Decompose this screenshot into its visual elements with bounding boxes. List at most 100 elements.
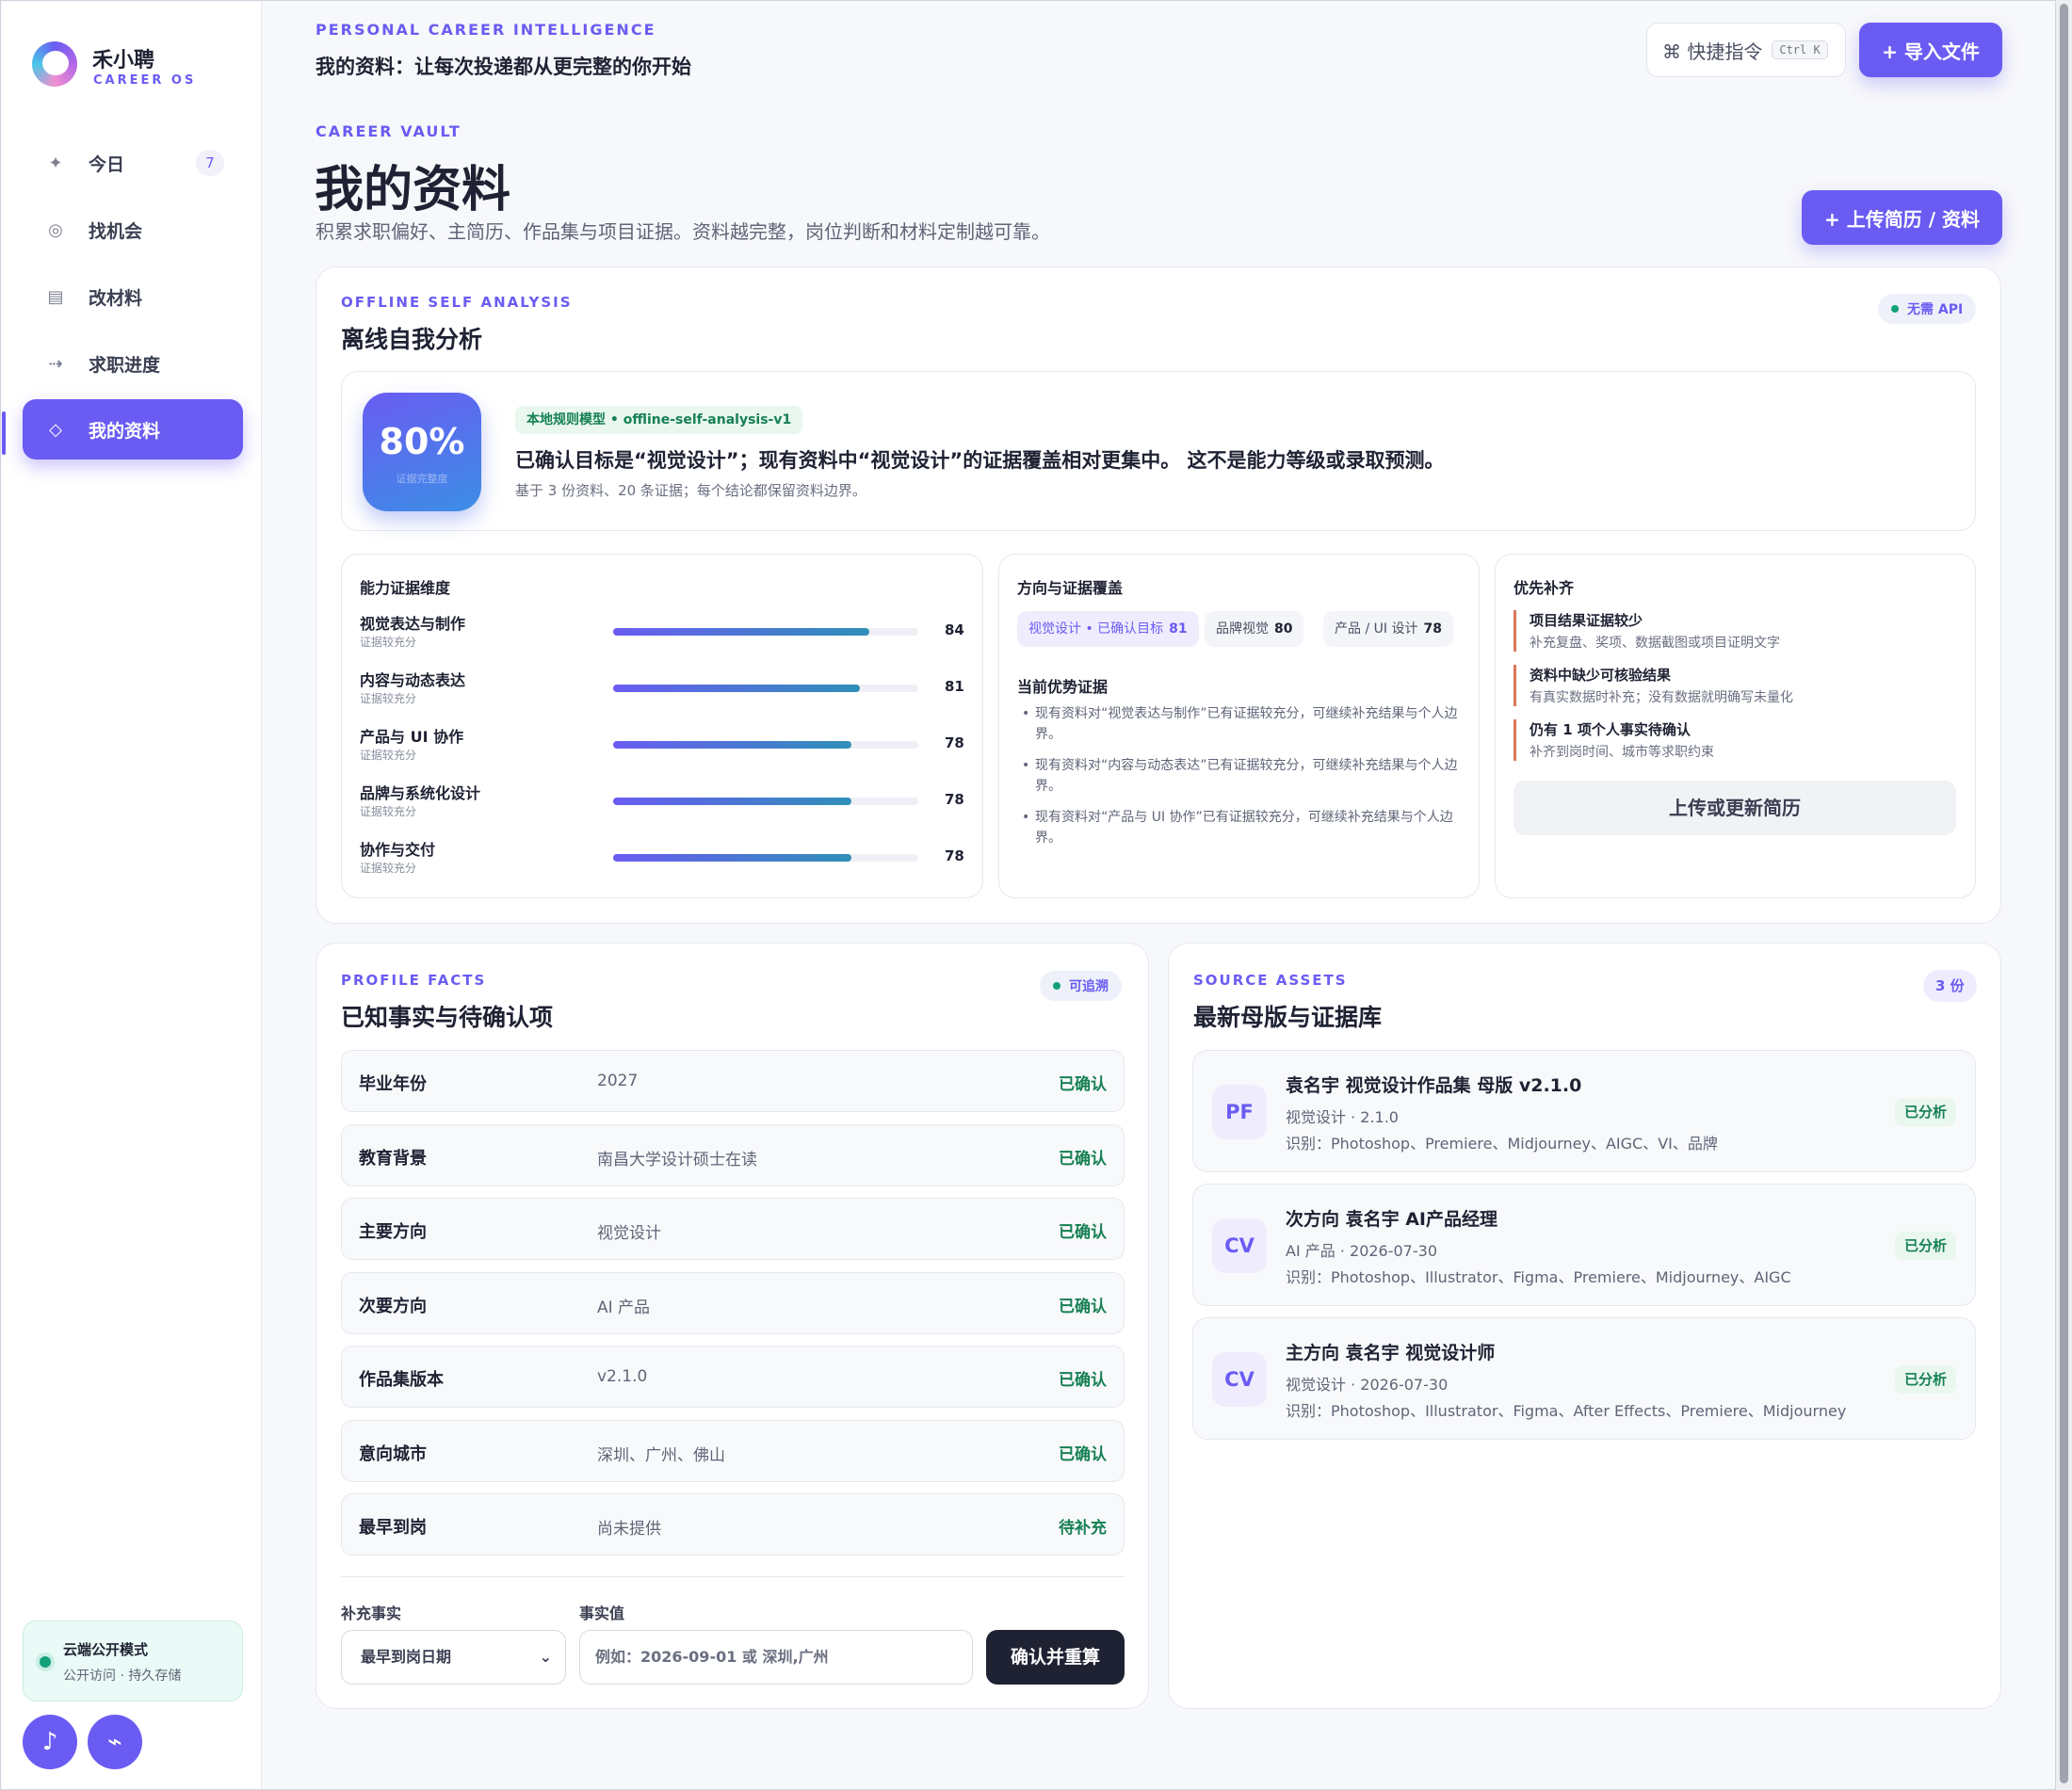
assistant-button[interactable]: ⌁: [88, 1715, 142, 1769]
summary-statement: 已确认目标是“视觉设计”；现有资料中“视觉设计”的证据覆盖相对更集中。 这不是能…: [515, 449, 1445, 472]
gap-item: 资料中缺少可核验结果 有真实数据时补充；没有数据就明确写未量化: [1514, 665, 1928, 706]
fact-key: 作品集版本: [359, 1370, 444, 1390]
fact-key: 主要方向: [359, 1222, 427, 1242]
fact-key: 次要方向: [359, 1296, 427, 1316]
directions-card: 方向与证据覆盖 视觉设计 • 已确认目标 81 品牌视觉 80 产品 / UI 设计…: [998, 554, 1480, 898]
nav-item-opportunities[interactable]: ◎ 找机会: [23, 200, 243, 260]
page-description: 积累求职偏好、主简历、作品集与项目证据。资料越完整，岗位判断和材料定制越可靠。: [316, 220, 1050, 243]
fact-value: 南昌大学设计硕士在读: [597, 1150, 757, 1169]
fact-value-input[interactable]: 例如：2026-09-01 或 深圳,广州: [579, 1630, 973, 1685]
direction-chip-visual[interactable]: 视觉设计 • 已确认目标 81: [1017, 611, 1199, 647]
fact-row[interactable]: 教育背景 南昌大学设计硕士在读 已确认: [341, 1123, 1125, 1186]
active-indicator: [2, 411, 6, 455]
nav-item-today[interactable]: ✦ 今日 7: [23, 133, 243, 193]
asset-name: 袁名宇 视觉设计作品集 母版 v2.1.0: [1286, 1075, 1582, 1096]
evidence-title: 当前优势证据: [1017, 678, 1109, 696]
gap-title: 仍有 1 项个人事实待确认: [1530, 721, 1691, 738]
directions-title: 方向与证据覆盖: [1017, 579, 1124, 597]
asset-status-badge: 已分析: [1894, 1098, 1956, 1126]
fact-select-label: 补充事实: [341, 1605, 402, 1622]
badge-label: 可追溯: [1069, 979, 1109, 994]
direction-chip-product-ui[interactable]: 产品 / UI 设计 78: [1323, 611, 1453, 647]
fact-row[interactable]: 次要方向 AI 产品 已确认: [341, 1271, 1125, 1334]
fact-row[interactable]: 毕业年份 2027 已确认: [341, 1050, 1125, 1112]
import-file-button[interactable]: + 导入文件: [1859, 23, 2002, 77]
chip-label: 视觉设计 • 已确认目标: [1028, 621, 1164, 637]
dimension-bar-fill: [613, 741, 851, 749]
nav-label: 我的资料: [89, 420, 161, 442]
dimensions-title: 能力证据维度: [360, 579, 451, 597]
nav-item-my-profile[interactable]: ◇ 我的资料: [23, 399, 243, 460]
evidence-item: 现有资料对“视觉表达与制作”已有证据较充分，可继续补充结果与个人边界。: [1022, 703, 1465, 745]
dimension-bar-fill: [613, 685, 861, 692]
gap-desc: 补齐到岗时间、城市等求职约束: [1530, 745, 1714, 760]
dimension-bar: [613, 685, 918, 692]
model-tag: 本地规则模型 • offline-self-analysis-v1: [515, 406, 803, 434]
dimension-bar-fill: [613, 628, 870, 636]
asset-item[interactable]: CV 次方向 袁名宇 AI产品经理 AI 产品 · 2026-07-30 识别：…: [1192, 1184, 1976, 1306]
selected-fact: 最早到岗日期: [361, 1648, 452, 1666]
dimension-value: 81: [945, 678, 964, 695]
fact-status: 已确认: [1059, 1371, 1107, 1390]
fact-value: v2.1.0: [597, 1367, 648, 1386]
vertical-scrollbar[interactable]: [2056, 0, 2072, 1790]
asset-item[interactable]: CV 主方向 袁名宇 视觉设计师 视觉设计 · 2026-07-30 识别：Ph…: [1192, 1317, 1976, 1440]
dimension-value: 84: [945, 621, 964, 638]
sidebar: 禾小聘 CAREER OS ✦ 今日 7 ◎ 找机会 ▤ 改材料 ⇢ 求职进度 …: [2, 2, 262, 1789]
fact-key: 最早到岗: [359, 1518, 427, 1538]
fact-select[interactable]: 最早到岗日期 ⌄: [341, 1630, 566, 1685]
dimension-bar: [613, 628, 918, 636]
asset-tags: 识别：Photoshop、Illustrator、Figma、Premiere、…: [1286, 1268, 1791, 1286]
dimension-note: 证据较充分: [360, 749, 417, 762]
fact-status: 已确认: [1059, 1149, 1107, 1169]
fact-status: 已确认: [1059, 1444, 1107, 1464]
app-window: 禾小聘 CAREER OS ✦ 今日 7 ◎ 找机会 ▤ 改材料 ⇢ 求职进度 …: [0, 0, 2056, 1790]
fact-value: 尚未提供: [597, 1520, 661, 1539]
fact-value: AI 产品: [597, 1298, 651, 1317]
fact-row[interactable]: 主要方向 视觉设计 已确认: [341, 1198, 1125, 1260]
asset-meta: 视觉设计 · 2026-07-30: [1286, 1376, 1449, 1394]
scrollbar-thumb[interactable]: [2060, 4, 2068, 1783]
fact-row[interactable]: 最早到岗 尚未提供 待补充: [341, 1493, 1125, 1556]
update-resume-button[interactable]: 上传或更新简历: [1514, 781, 1956, 835]
dimension-note: 证据较充分: [360, 862, 417, 875]
asset-status-badge: 已分析: [1894, 1365, 1956, 1394]
assets-title: 最新母版与证据库: [1193, 1004, 1383, 1031]
analysis-kicker: OFFLINE SELF ANALYSIS: [341, 294, 573, 311]
chevron-down-icon: ⌄: [539, 1648, 552, 1666]
diamond-icon: ◇: [49, 419, 62, 440]
dimension-name: 产品与 UI 协作: [360, 728, 464, 746]
fact-row[interactable]: 意向城市 深圳、广州、佛山 已确认: [341, 1419, 1125, 1482]
upload-resume-button[interactable]: + 上传简历 / 资料: [1802, 190, 2002, 245]
header-subtitle: 我的资料：让每次投递都从更完整的你开始: [316, 56, 691, 78]
asset-item[interactable]: PF 袁名宇 视觉设计作品集 母版 v2.1.0 视觉设计 · 2.1.0 识别…: [1192, 1050, 1976, 1172]
confirm-recalc-button[interactable]: 确认并重算: [986, 1630, 1125, 1685]
music-button[interactable]: ♪: [23, 1715, 77, 1769]
score-value: 80%: [379, 421, 465, 462]
nav-count-badge: 7: [196, 150, 224, 176]
shortcut-kbd: Ctrl K: [1772, 40, 1828, 59]
analysis-summary: 80% 证据完整度 本地规则模型 • offline-self-analysis…: [341, 371, 1976, 531]
asset-name: 次方向 袁名宇 AI产品经理: [1286, 1209, 1498, 1230]
nav-item-materials[interactable]: ▤ 改材料: [23, 266, 243, 327]
nav-label: 找机会: [89, 220, 143, 242]
fact-row[interactable]: 作品集版本 v2.1.0 已确认: [341, 1346, 1125, 1408]
badge-label: 无需 API: [1907, 302, 1964, 317]
nav-label: 求职进度: [89, 354, 161, 376]
status-dot-icon: [1891, 305, 1899, 313]
status-dot-icon: [40, 1656, 51, 1668]
asset-count-badge: 3 份: [1923, 970, 1977, 1002]
dimension-bar: [613, 741, 918, 749]
asset-status-badge: 已分析: [1894, 1232, 1956, 1260]
fact-value: 2027: [597, 1072, 639, 1090]
dimension-name: 内容与动态表达: [360, 671, 466, 689]
fact-value-label: 事实值: [579, 1605, 625, 1622]
evidence-item: 现有资料对“产品与 UI 协作”已有证据较充分，可继续补充结果与个人边界。: [1022, 807, 1465, 848]
page-kicker: CAREER VAULT: [316, 122, 461, 140]
dimension-note: 证据较充分: [360, 805, 417, 818]
nav-item-progress[interactable]: ⇢ 求职进度: [23, 333, 243, 394]
direction-chip-brand[interactable]: 品牌视觉 80: [1205, 611, 1304, 647]
command-palette-button[interactable]: ⌘ 快捷指令 Ctrl K: [1646, 23, 1846, 77]
dimension-bar-fill: [613, 798, 851, 805]
summary-basis: 基于 3 份资料、20 条证据；每个结论都保留资料边界。: [515, 482, 866, 499]
